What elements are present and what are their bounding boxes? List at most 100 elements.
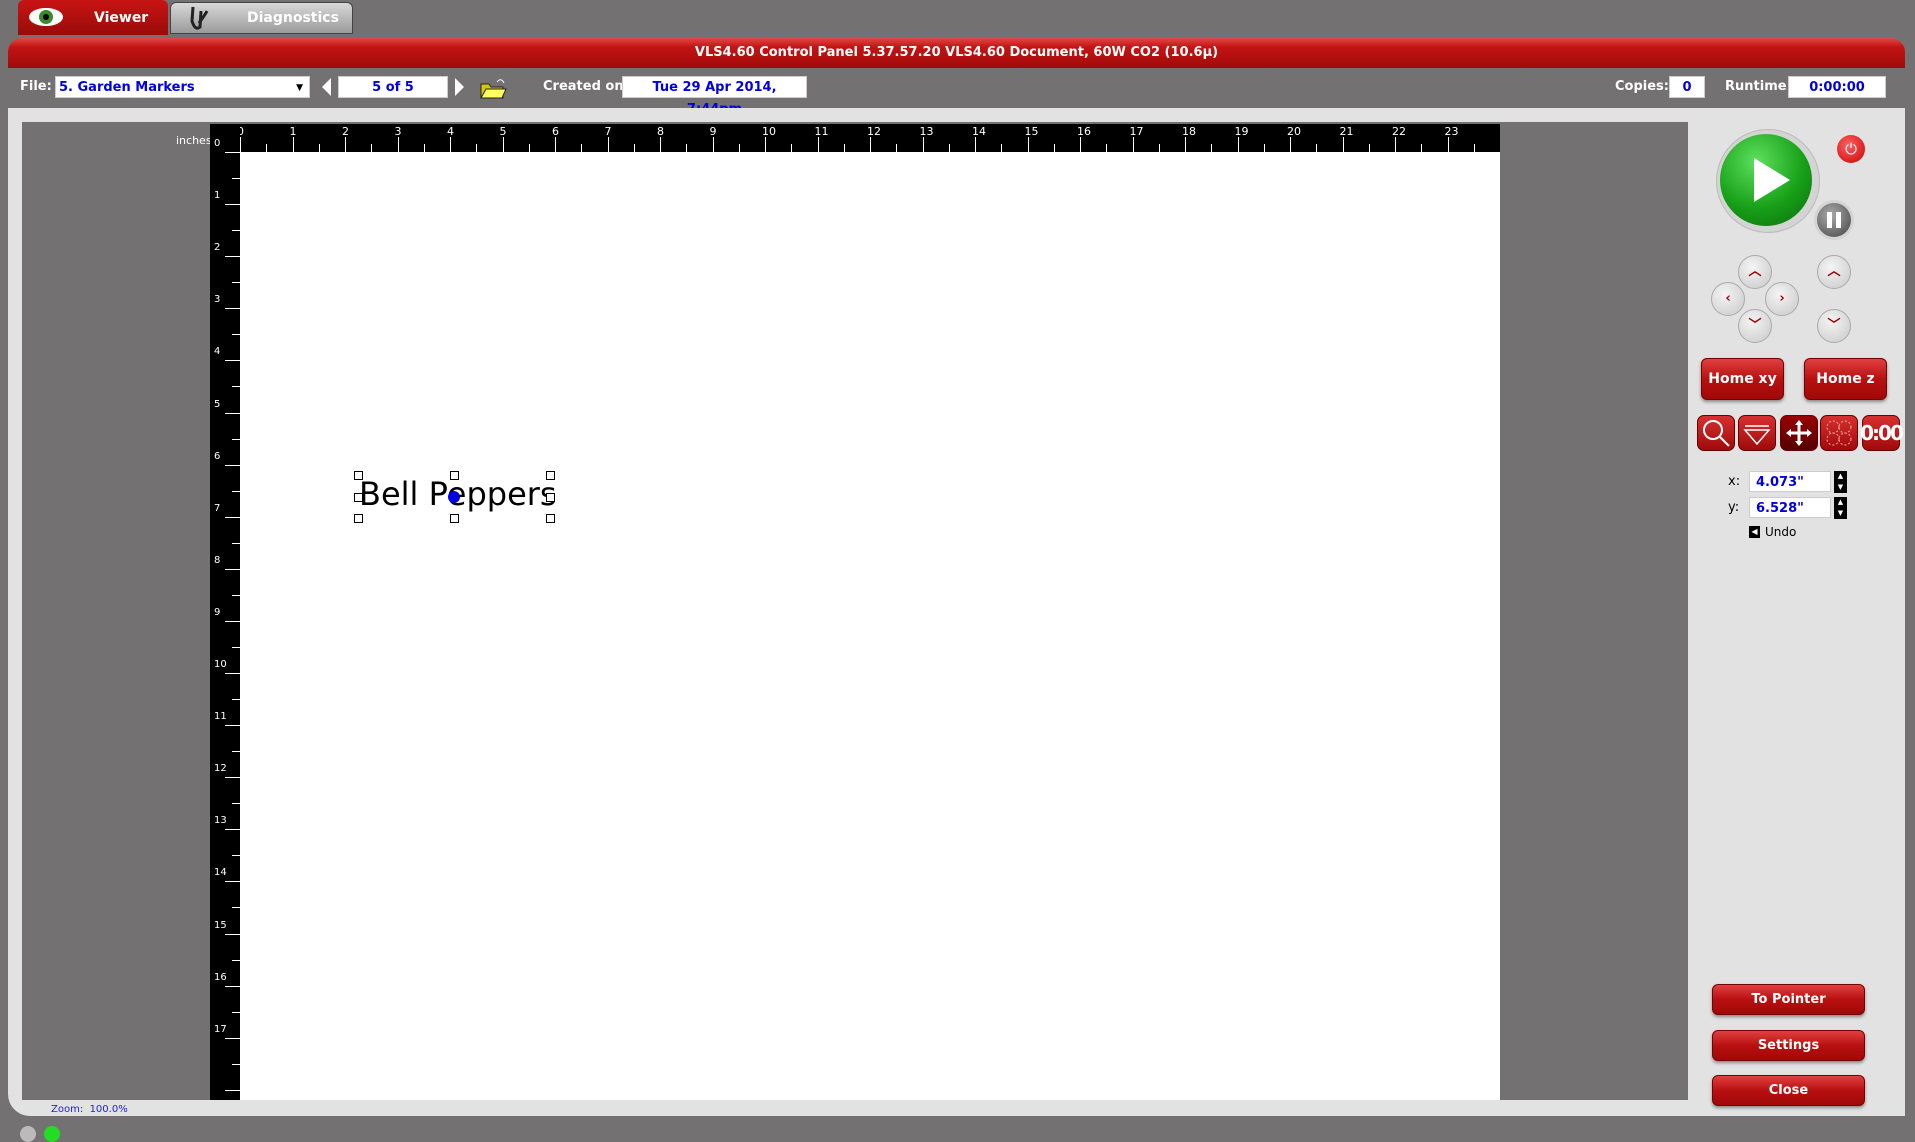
ruler-tick (791, 144, 793, 152)
ruler-label-y: 14 (214, 867, 227, 879)
ruler-label-y: 11 (214, 711, 227, 723)
ruler-tick (1053, 144, 1055, 152)
ruler-tick (240, 137, 241, 152)
ruler-label-x: 16 (1077, 125, 1091, 138)
relocate-tool-button[interactable] (1820, 415, 1858, 451)
ruler-label-x: 12 (867, 125, 881, 138)
z-down-button[interactable]: ﹀ (1817, 309, 1851, 343)
object-center-pointer[interactable] (448, 491, 460, 503)
home-z-button[interactable]: Home z (1804, 358, 1887, 400)
ruler-label-x: 11 (814, 125, 829, 138)
ruler-tick (607, 137, 609, 152)
copies-field[interactable]: 0 (1669, 76, 1705, 98)
arrow-down-icon[interactable]: ▼ (1834, 508, 1847, 519)
arrow-up-icon[interactable]: ▲ (1834, 497, 1847, 508)
z-up-button[interactable]: ︿ (1817, 255, 1851, 289)
document-page[interactable] (240, 152, 1500, 1100)
ruler-tick (1027, 137, 1029, 152)
tab-diagnostics[interactable]: Diagnostics (170, 2, 353, 34)
ruler-tick (843, 144, 845, 152)
x-spinner[interactable]: ▲ ▼ (1834, 471, 1847, 493)
move-tool-button[interactable] (1780, 415, 1818, 451)
power-button[interactable]: ⏻ (1837, 135, 1865, 163)
ruler-tick (371, 144, 373, 152)
zoom-status: Zoom: 100.0% (51, 1104, 128, 1115)
ruler-label-y: 6 (214, 450, 221, 462)
jog-up-button[interactable]: ︿ (1738, 255, 1772, 289)
ruler-tick (1447, 137, 1449, 152)
ruler-tick (1421, 144, 1423, 152)
jog-left-button[interactable]: ‹ (1711, 282, 1745, 316)
close-button[interactable]: Close (1712, 1075, 1865, 1106)
selection-handle[interactable] (450, 471, 459, 480)
tab-label: Diagnostics (247, 10, 339, 26)
ruler-tick (922, 137, 924, 152)
title-bar: VLS4.60 Control Panel 5.37.57.20 VLS4.60… (8, 38, 1905, 68)
ruler-tick (225, 568, 240, 570)
ruler-label-x: 2 (342, 125, 349, 138)
ruler-tick (225, 464, 240, 466)
ruler-label-x: 3 (394, 125, 402, 138)
selection-handle[interactable] (546, 514, 555, 523)
ruler-tick (660, 137, 661, 152)
to-pointer-button[interactable]: To Pointer (1712, 984, 1865, 1015)
selection-handle[interactable] (354, 493, 363, 502)
ruler-tick (1237, 137, 1239, 152)
ruler-tick (225, 985, 240, 987)
arrow-up-icon[interactable]: ▲ (1834, 471, 1847, 482)
chevron-down-icon: ﹀ (1827, 318, 1841, 333)
undo-button[interactable]: ◀ Undo (1749, 525, 1796, 539)
selection-handle[interactable] (354, 471, 363, 480)
chevron-up-icon: ︿ (1748, 264, 1762, 279)
ruler-label-x: 10 (762, 125, 776, 138)
ruler-tick (225, 673, 240, 674)
eye-icon (29, 8, 63, 26)
pause-icon (1827, 212, 1841, 228)
ruler-tick (225, 933, 240, 935)
ruler-tick (423, 144, 425, 152)
next-page-icon[interactable] (455, 78, 464, 96)
y-label: y: (1728, 500, 1740, 515)
ruler-tick (225, 620, 240, 622)
selection-handle[interactable] (546, 493, 555, 502)
previous-page-icon[interactable] (322, 78, 331, 96)
focus-cone-icon (1743, 425, 1771, 446)
ruler-tick (476, 144, 478, 152)
settings-button[interactable]: Settings (1712, 1030, 1865, 1061)
home-xy-button[interactable]: Home xy (1701, 358, 1784, 400)
y-position-field[interactable]: 6.528" (1749, 497, 1831, 518)
ruler-tick (232, 334, 240, 336)
x-position-field[interactable]: 4.073" (1749, 471, 1831, 492)
ruler-label-y: 17 (214, 1023, 227, 1035)
multi-circle-icon (1826, 420, 1852, 446)
selection-handle[interactable] (354, 514, 363, 523)
ruler-tick (232, 178, 240, 180)
selection-handle[interactable] (450, 514, 459, 523)
file-dropdown[interactable]: 5. Garden Markers ▼ (55, 76, 310, 98)
ruler-tick (225, 152, 240, 153)
ruler-tick (1473, 144, 1475, 152)
tab-label: Viewer (94, 9, 149, 26)
jog-down-button[interactable]: ﹀ (1738, 309, 1772, 343)
zoom-tool-button[interactable] (1697, 415, 1735, 451)
play-button[interactable] (1720, 134, 1812, 226)
ruler-tick (225, 308, 240, 310)
ruler-tick (686, 144, 688, 152)
ruler-tick (1342, 137, 1344, 152)
tab-viewer[interactable]: Viewer (18, 0, 168, 35)
ruler-tick (232, 594, 240, 596)
ruler-label-x: 14 (972, 125, 986, 138)
open-folder-icon[interactable] (479, 76, 507, 100)
copies-label: Copies: (1615, 79, 1669, 94)
focus-tool-button[interactable] (1738, 415, 1776, 451)
arrow-down-icon[interactable]: ▼ (1834, 482, 1847, 493)
ruler-tick (225, 829, 240, 831)
pause-button[interactable] (1814, 200, 1854, 240)
vertical-ruler: 0 1 2 3 4 5 6 7 8 9 10 11 12 13 14 15 16 17 (210, 124, 240, 1100)
ruler-label-x: 21 (1339, 125, 1354, 138)
selection-handle[interactable] (546, 471, 555, 480)
estimate-time-button[interactable]: 0:00 (1860, 415, 1904, 451)
y-spinner[interactable]: ▲ ▼ (1834, 497, 1847, 519)
jog-right-button[interactable]: › (1765, 282, 1799, 316)
undo-label: Undo (1765, 525, 1797, 539)
